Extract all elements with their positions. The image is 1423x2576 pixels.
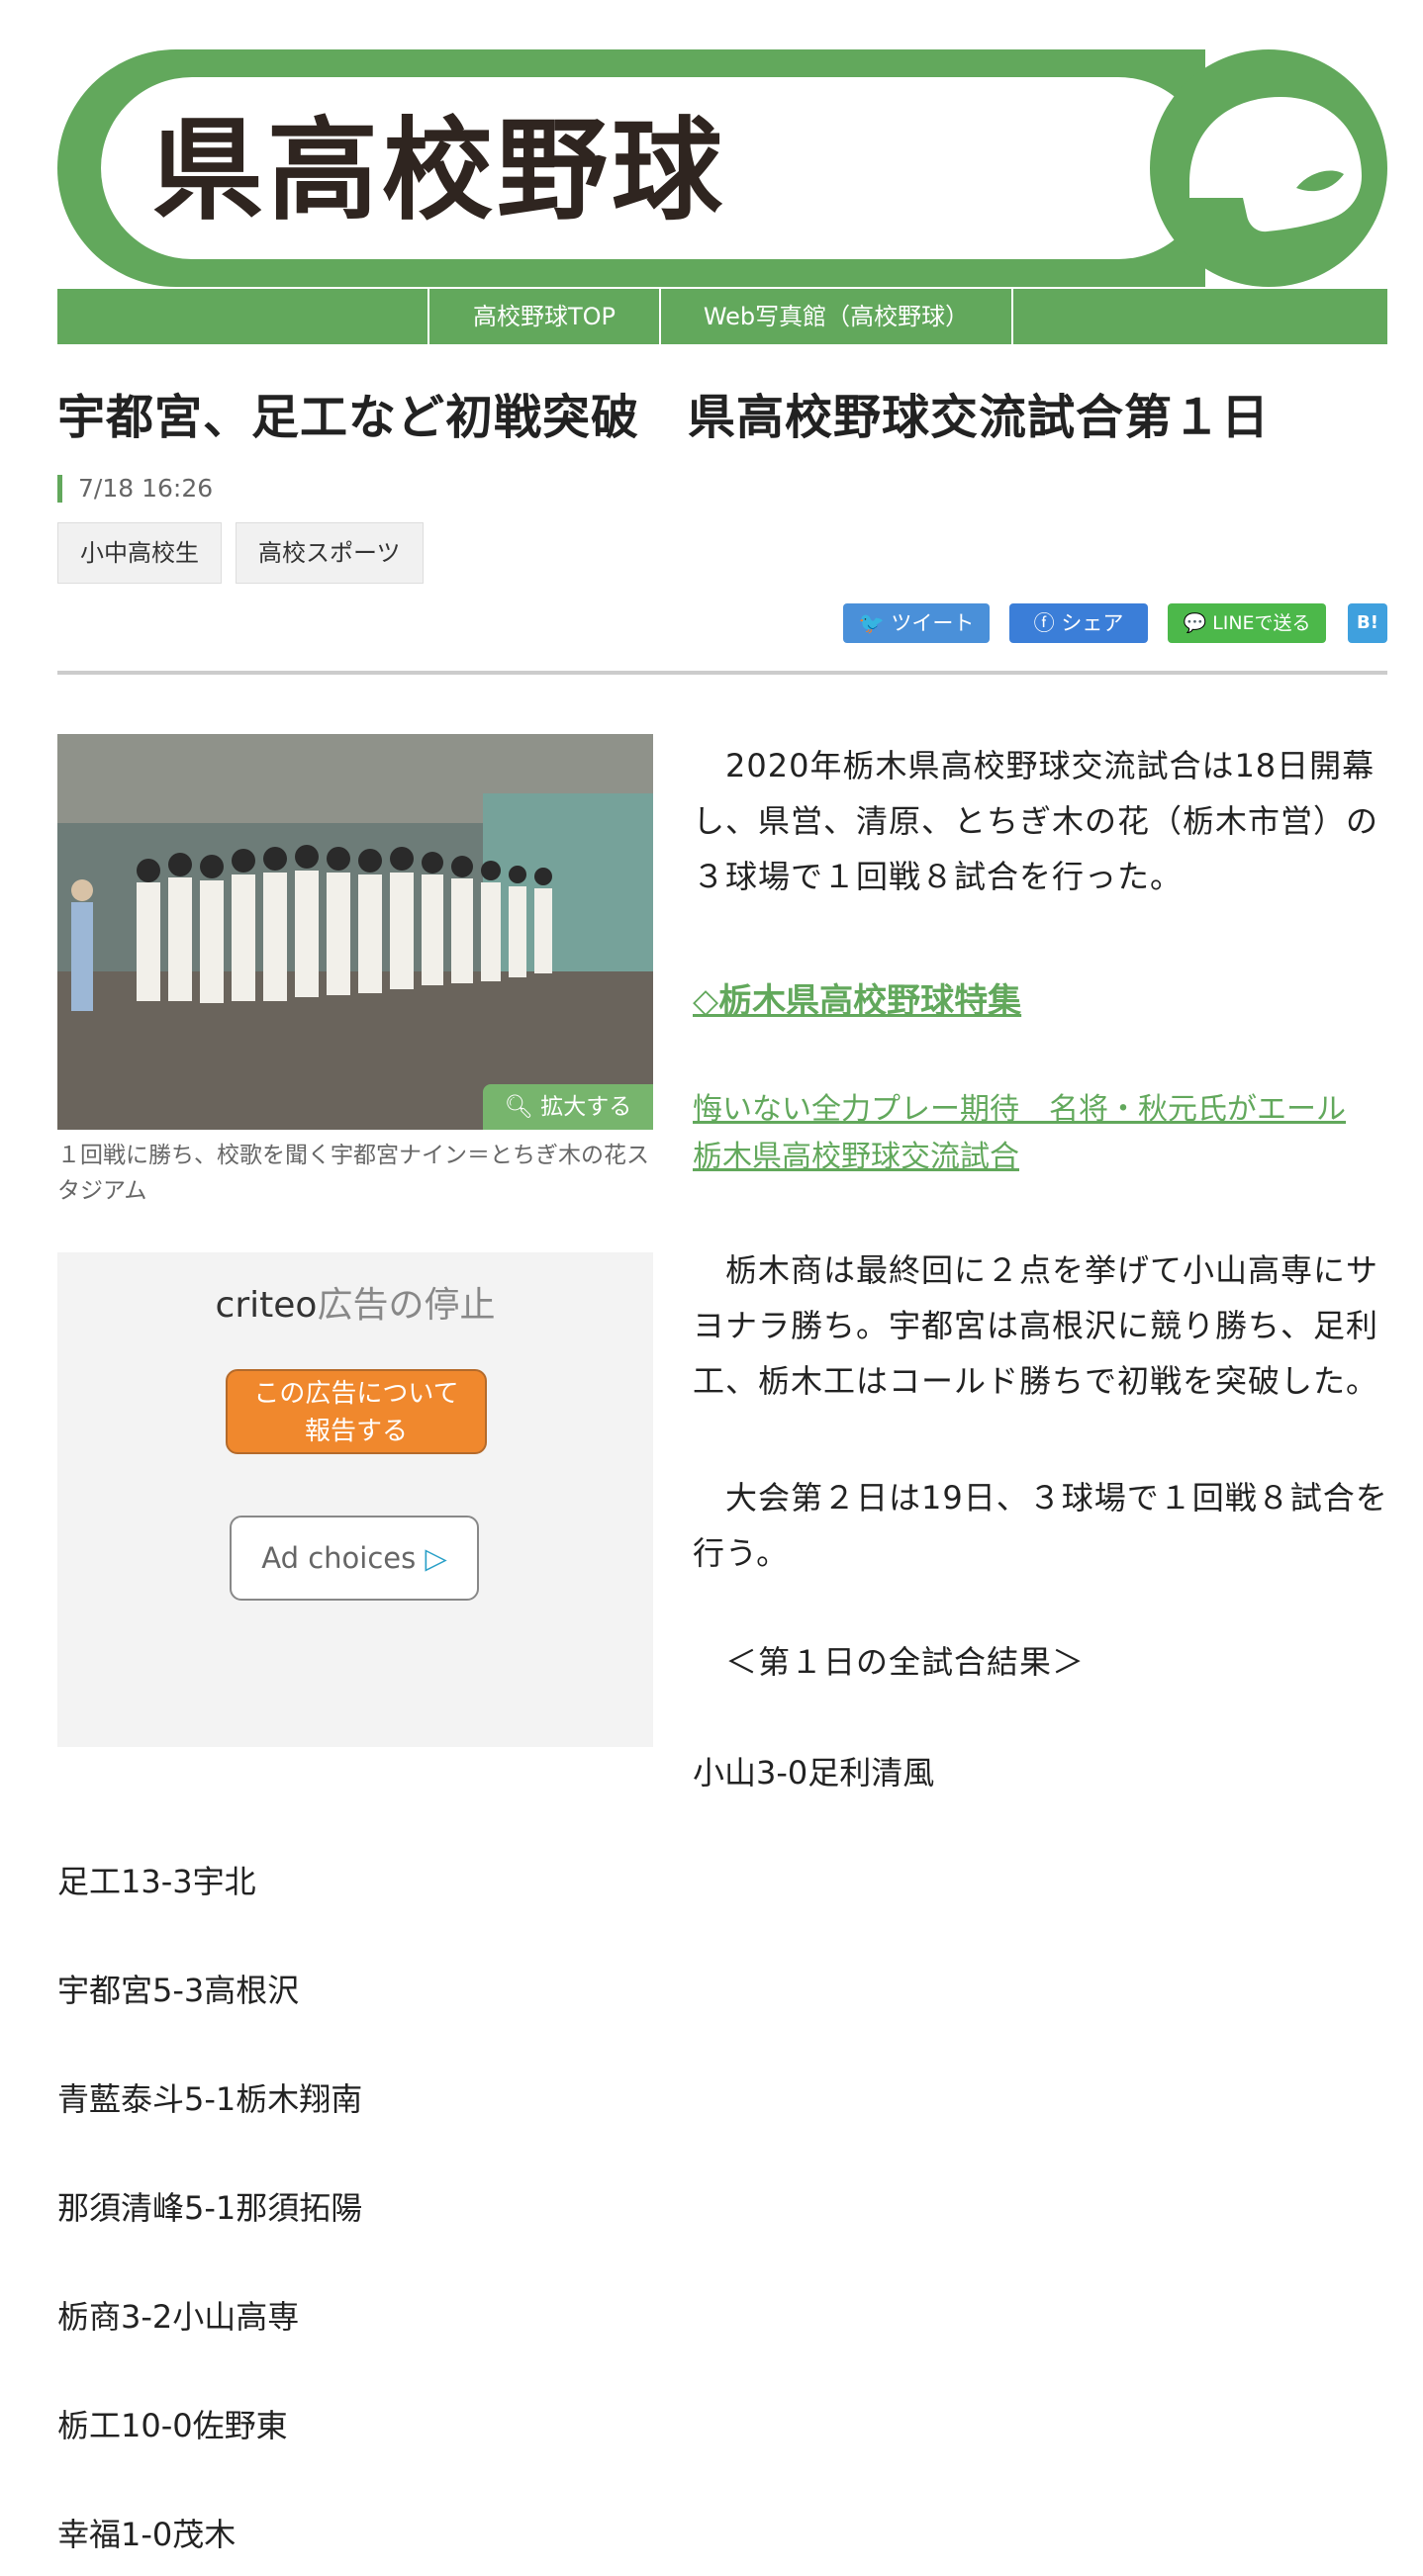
article-date: 7/18 16:26 bbox=[57, 475, 213, 503]
tag-high-school-sports[interactable]: 高校スポーツ bbox=[236, 522, 424, 584]
line-share-button[interactable]: 💬 LINEで送る bbox=[1168, 603, 1326, 643]
ad-stop-label: 広告の停止 bbox=[317, 1285, 496, 1326]
report-ad-line1: この広告について bbox=[253, 1379, 459, 1409]
article-paragraph-2: 栃木商は最終回に２点を挙げて小山高専にサヨナラ勝ち。宇都宮は高根沢に競り勝ち、足… bbox=[693, 1251, 1379, 1400]
related-link-line1[interactable]: 悔いない全力プレー期待 名将・秋元氏がエール bbox=[693, 1086, 1405, 1134]
ad-choices-label: Ad choices bbox=[261, 1541, 417, 1575]
header-divider bbox=[57, 671, 1387, 675]
article-photo[interactable]: 🔍︎ 拡大する bbox=[57, 734, 653, 1130]
line-label: LINEで送る bbox=[1212, 612, 1311, 634]
tweet-button[interactable]: 🐦 ツイート bbox=[843, 603, 990, 643]
magnifier-icon: 🔍︎ bbox=[504, 1094, 541, 1120]
nav-item-photo-gallery[interactable]: Web写真館（高校野球） bbox=[659, 289, 1013, 344]
facebook-label: シェア bbox=[1061, 611, 1124, 635]
site-title: 県高校野球 bbox=[152, 107, 726, 235]
feature-link[interactable]: ◇栃木県高校野球特集 bbox=[693, 973, 1021, 1022]
line-icon: 💬 bbox=[1183, 612, 1213, 634]
article-paragraph-3: 大会第２日は19日、３球場で１回戦８試合を行う。 bbox=[693, 1479, 1388, 1572]
result-item: 栃商3-2小山高専 bbox=[57, 2298, 300, 2336]
tag-elementary-high[interactable]: 小中高校生 bbox=[57, 522, 222, 584]
result-item: 小山3-0足利清風 bbox=[693, 1754, 935, 1792]
results-heading: ＜第１日の全試合結果＞ bbox=[693, 1643, 1086, 1681]
facebook-share-button[interactable]: ⓕ シェア bbox=[1009, 603, 1148, 643]
zoom-label: 拡大する bbox=[540, 1094, 632, 1120]
facebook-icon: ⓕ bbox=[1033, 611, 1062, 635]
result-item: 幸福1-0茂木 bbox=[57, 2516, 237, 2553]
report-ad-button[interactable]: この広告について 報告する bbox=[226, 1369, 487, 1454]
criteo-ad-logo[interactable]: criteo広告の停止 bbox=[57, 1276, 653, 1328]
result-item: 那須清峰5-1那須拓陽 bbox=[57, 2189, 363, 2227]
tweet-label: ツイート bbox=[891, 611, 975, 635]
section-nav: 高校野球TOP Web写真館（高校野球） bbox=[57, 289, 1387, 344]
zoom-button[interactable]: 🔍︎ 拡大する bbox=[483, 1084, 653, 1130]
ad-choices-icon: ▷ bbox=[425, 1541, 447, 1575]
ad-choices-button[interactable]: Ad choices ▷ bbox=[230, 1516, 479, 1601]
photo-caption: １回戦に勝ち、校歌を聞く宇都宮ナイン＝とちぎ木の花スタジアム bbox=[57, 1143, 649, 1204]
result-item: 青藍泰斗5-1栃木翔南 bbox=[57, 2080, 363, 2118]
report-ad-line2: 報告する bbox=[304, 1417, 408, 1446]
related-link-line2[interactable]: 栃木県高校野球交流試合 bbox=[693, 1134, 1405, 1181]
site-banner[interactable]: 県高校野球 bbox=[57, 49, 1387, 287]
article-headline: 宇都宮、足工など初戦突破 県高校野球交流試合第１日 bbox=[57, 390, 1271, 445]
result-item: 宇都宮5-3高根沢 bbox=[57, 1972, 300, 2009]
twitter-icon: 🐦 bbox=[858, 611, 892, 635]
nav-item-baseball-top[interactable]: 高校野球TOP bbox=[427, 289, 659, 344]
baseball-helmet-icon bbox=[1189, 97, 1362, 232]
criteo-brand: criteo bbox=[215, 1285, 318, 1326]
article-intro: 2020年栃木県高校野球交流試合は18日開幕し、県営、清原、とちぎ木の花（栃木市… bbox=[693, 747, 1379, 895]
team-photo-image bbox=[57, 734, 653, 1130]
result-item: 栃工10-0佐野東 bbox=[57, 2407, 288, 2444]
result-item: 足工13-3宇北 bbox=[57, 1863, 256, 1900]
advertisement: criteo広告の停止 この広告について 報告する Ad choices ▷ bbox=[57, 1252, 653, 1747]
hatena-bookmark-button[interactable]: B! bbox=[1348, 603, 1387, 643]
